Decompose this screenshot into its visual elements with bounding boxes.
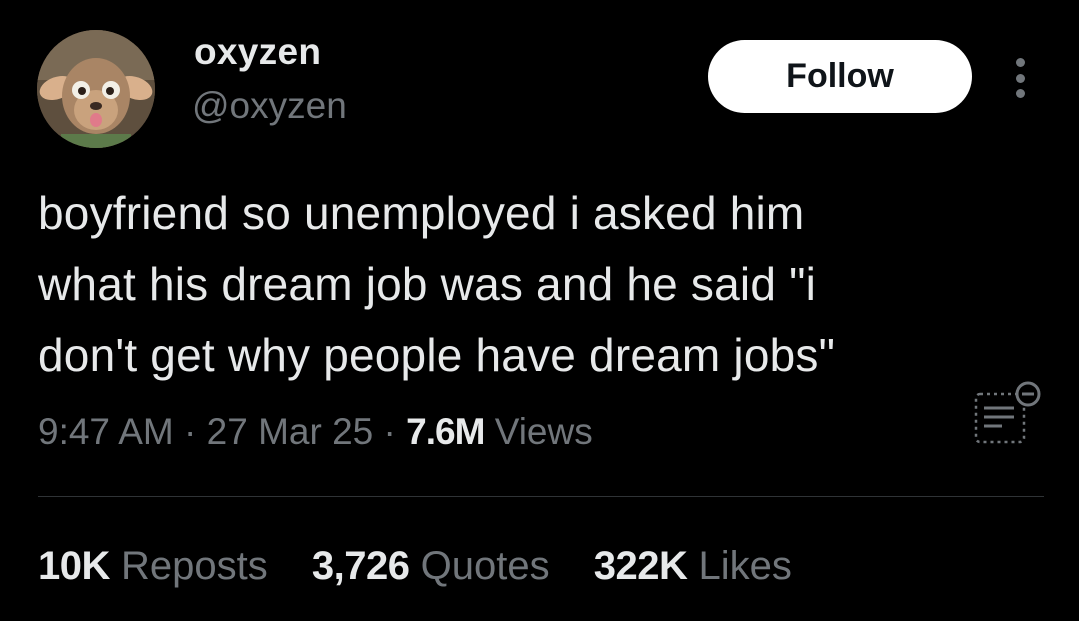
quotes-label: Quotes (420, 544, 550, 588)
tweet-text: boyfriend so unemployed i asked him what… (38, 187, 836, 381)
likes-count: 322K (593, 544, 688, 588)
tweet-meta: 9:47 AM · 27 Mar 25 · 7.6M Views (38, 408, 593, 456)
divider (38, 496, 1044, 497)
tweet-time[interactable]: 9:47 AM (38, 411, 174, 452)
views-count: 7.6M (406, 411, 485, 452)
community-notes-icon-graphic (974, 381, 1041, 444)
follow-button[interactable]: Follow (708, 40, 972, 113)
more-dot (1015, 58, 1025, 67)
engagement-stats: 10K Reposts 3,726 Quotes 322K Likes (38, 540, 825, 592)
community-notes-icon[interactable] (972, 376, 1044, 448)
reposts-count: 10K (38, 544, 110, 588)
more-dot (1015, 73, 1025, 83)
display-name[interactable]: oxyzen (194, 30, 321, 74)
tweet-date[interactable]: 27 Mar 25 (207, 411, 374, 452)
more-vertical-icon[interactable] (1007, 58, 1033, 98)
likes-label: Likes (698, 544, 792, 588)
reposts-label: Reposts (121, 544, 268, 588)
cartoon-deer-avatar (37, 30, 155, 148)
reposts-stat[interactable]: 10K Reposts (38, 540, 268, 592)
views-label: Views (494, 411, 593, 452)
likes-stat[interactable]: 322K Likes (594, 540, 792, 592)
avatar[interactable] (37, 30, 155, 148)
quotes-count: 3,726 (311, 544, 410, 588)
quotes-stat[interactable]: 3,726 Quotes (312, 540, 550, 592)
user-handle[interactable]: @oxyzen (192, 84, 347, 128)
more-dot (1015, 89, 1025, 98)
meta-separator: · (383, 411, 396, 452)
meta-separator: · (184, 411, 197, 452)
